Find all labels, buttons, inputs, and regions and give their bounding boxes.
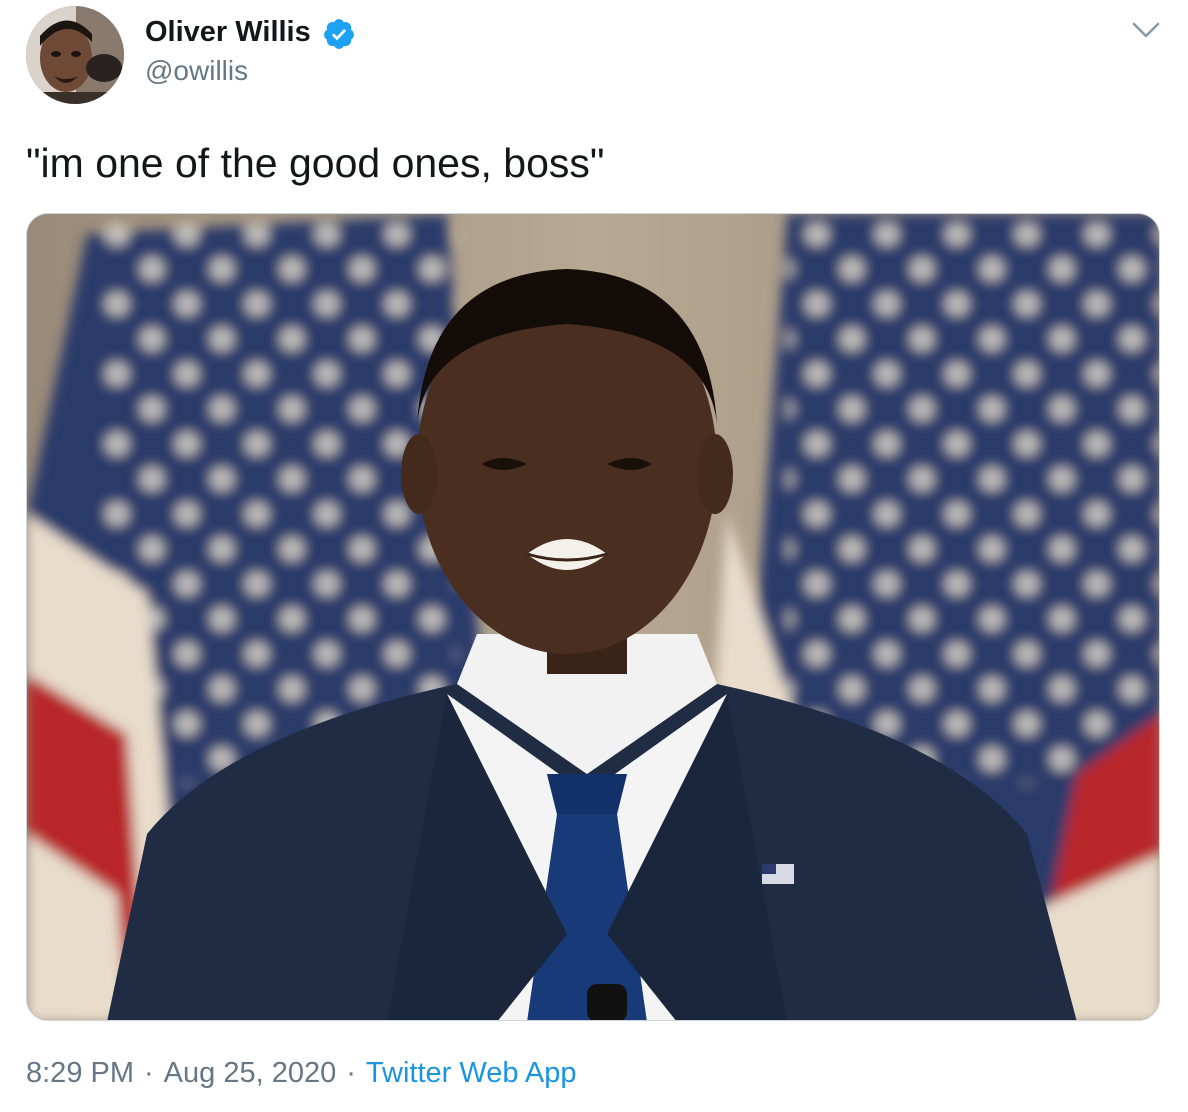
- author-handle[interactable]: @owillis: [145, 54, 248, 88]
- verified-badge-icon: [324, 19, 354, 49]
- meta-separator: ·: [144, 1057, 154, 1089]
- chevron-down-icon[interactable]: [1130, 18, 1162, 42]
- tweet-text: "im one of the good ones, boss": [26, 140, 605, 186]
- meta-separator: ·: [346, 1057, 356, 1089]
- tweet-meta: 8:29 PM · Aug 25, 2020 · Twitter Web App: [26, 1054, 577, 1092]
- tweet-date[interactable]: Aug 25, 2020: [164, 1057, 337, 1089]
- author-name[interactable]: Oliver Willis: [145, 14, 311, 50]
- tweet-media-image[interactable]: [26, 213, 1160, 1021]
- tweet-source-link[interactable]: Twitter Web App: [366, 1057, 577, 1089]
- author-avatar[interactable]: [26, 6, 124, 104]
- tweet-time[interactable]: 8:29 PM: [26, 1057, 134, 1089]
